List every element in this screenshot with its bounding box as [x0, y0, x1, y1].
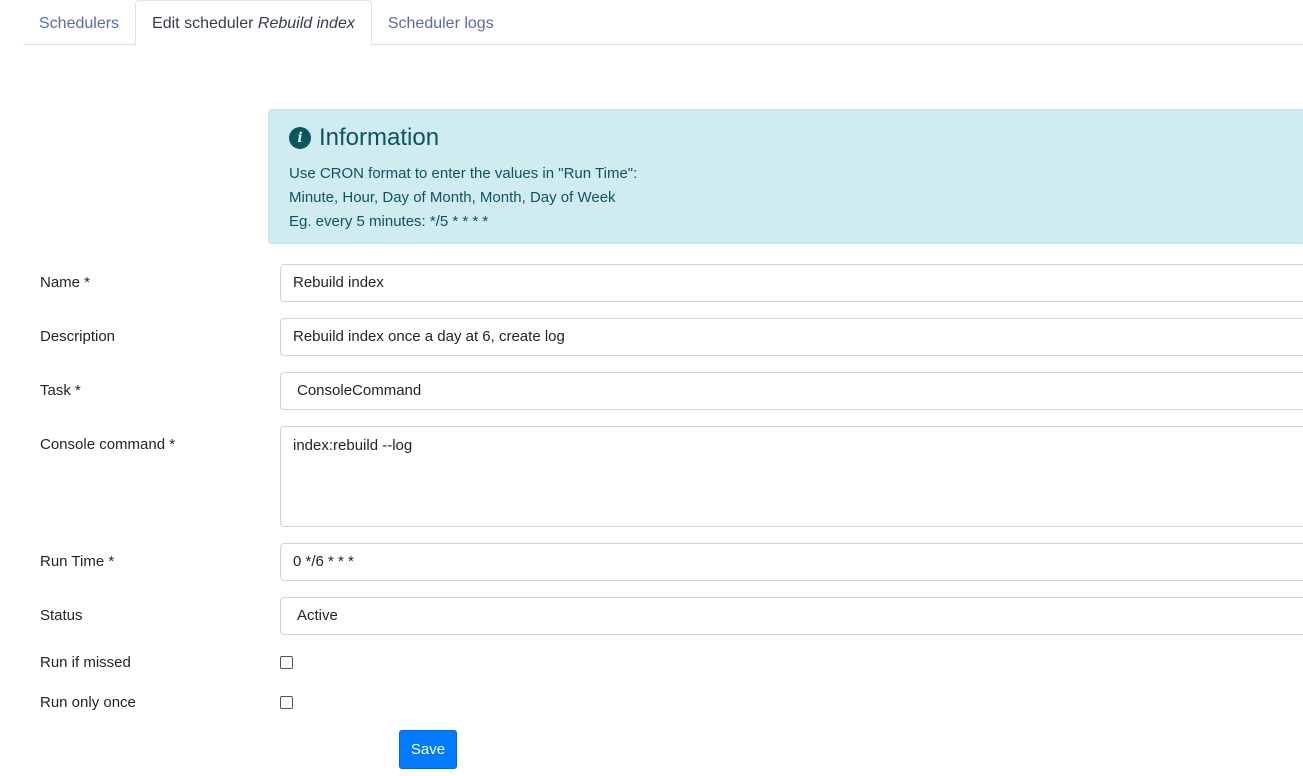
tab-scheduler-logs[interactable]: Scheduler logs	[372, 0, 510, 45]
run-only-once-label: Run only once	[40, 694, 136, 711]
task-select[interactable]: ConsoleCommand	[280, 372, 1303, 410]
task-label: Task *	[40, 382, 81, 399]
name-label: Name *	[40, 274, 91, 291]
run-if-missed-label: Run if missed	[40, 654, 131, 671]
console-command-textarea[interactable]: index:rebuild --log	[280, 426, 1303, 527]
information-line: Minute, Hour, Day of Month, Month, Day o…	[289, 189, 616, 206]
information-title: Information	[319, 124, 440, 151]
run-time-label: Run Time *	[40, 553, 115, 570]
information-line: Use CRON format to enter the values in "…	[289, 165, 638, 182]
save-button[interactable]: Save	[399, 730, 457, 769]
run-time-input[interactable]: 0 */6 * * *	[280, 543, 1303, 581]
tab-edit-scheduler-prefix: Edit scheduler	[152, 15, 258, 32]
tab-edit-scheduler-name: Rebuild index	[257, 15, 355, 32]
tab-edit-scheduler[interactable]: Edit scheduler Rebuild index	[135, 0, 372, 46]
tab-bar: Schedulers Edit scheduler Rebuild index …	[23, 0, 1303, 46]
status-select[interactable]: Active	[280, 597, 1303, 635]
run-only-once-checkbox[interactable]	[280, 696, 293, 709]
description-label: Description	[40, 328, 116, 345]
info-circle-icon: i	[289, 127, 311, 149]
information-heading: i Information	[289, 124, 1287, 152]
console-command-label: Console command *	[40, 436, 176, 453]
information-alert: i Information Use CRON format to enter t…	[268, 109, 1303, 244]
status-label: Status	[40, 607, 83, 624]
name-input[interactable]: Rebuild index	[280, 264, 1303, 302]
tab-schedulers[interactable]: Schedulers	[23, 0, 135, 45]
information-line: Eg. every 5 minutes: */5 * * * *	[289, 213, 489, 230]
run-if-missed-checkbox[interactable]	[280, 656, 293, 669]
description-input[interactable]: Rebuild index once a day at 6, create lo…	[280, 318, 1303, 356]
